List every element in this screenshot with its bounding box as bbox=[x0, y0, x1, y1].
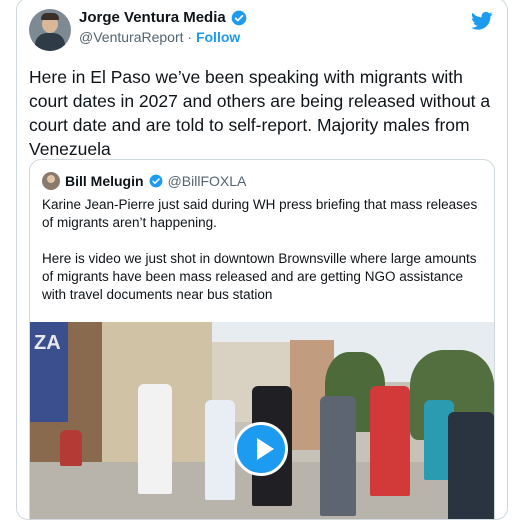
quoted-paragraph-1: Karine Jean-Pierre just said during WH p… bbox=[42, 197, 478, 230]
quoted-paragraph-2: Here is video we just shot in downtown B… bbox=[42, 251, 477, 302]
quoted-author-handle[interactable]: @BillFOXLA bbox=[168, 173, 247, 189]
tweet-text: Here in El Paso we’ve been speaking with… bbox=[29, 67, 491, 159]
video-player[interactable]: ZA bbox=[30, 322, 494, 519]
quoted-tweet-header: Bill Melugin @BillFOXLA bbox=[42, 172, 246, 190]
separator-dot: · bbox=[187, 29, 193, 45]
quoted-tweet-text: Karine Jean-Pierre just said during WH p… bbox=[42, 196, 482, 322]
verified-badge-icon bbox=[231, 10, 247, 25]
verified-badge-icon bbox=[149, 174, 162, 188]
twitter-bird-icon[interactable] bbox=[471, 11, 493, 31]
embedded-tweet-card: Jorge Ventura Media @VenturaReport · Fol… bbox=[16, 0, 508, 520]
mural-sign-text: ZA bbox=[34, 332, 61, 354]
quoted-author-name[interactable]: Bill Melugin bbox=[65, 173, 144, 189]
author-block: Jorge Ventura Media @VenturaReport · Fol… bbox=[79, 9, 247, 45]
mural-sign: ZA bbox=[30, 322, 68, 422]
author-name[interactable]: Jorge Ventura Media bbox=[79, 9, 226, 26]
quoted-tweet[interactable]: Bill Melugin @BillFOXLA Karine Jean-Pier… bbox=[29, 159, 495, 519]
follow-button[interactable]: Follow bbox=[196, 29, 240, 45]
author-handle[interactable]: @VenturaReport bbox=[79, 29, 184, 45]
author-avatar[interactable] bbox=[29, 9, 71, 51]
play-icon[interactable] bbox=[234, 422, 288, 476]
quoted-author-avatar[interactable] bbox=[42, 172, 60, 190]
